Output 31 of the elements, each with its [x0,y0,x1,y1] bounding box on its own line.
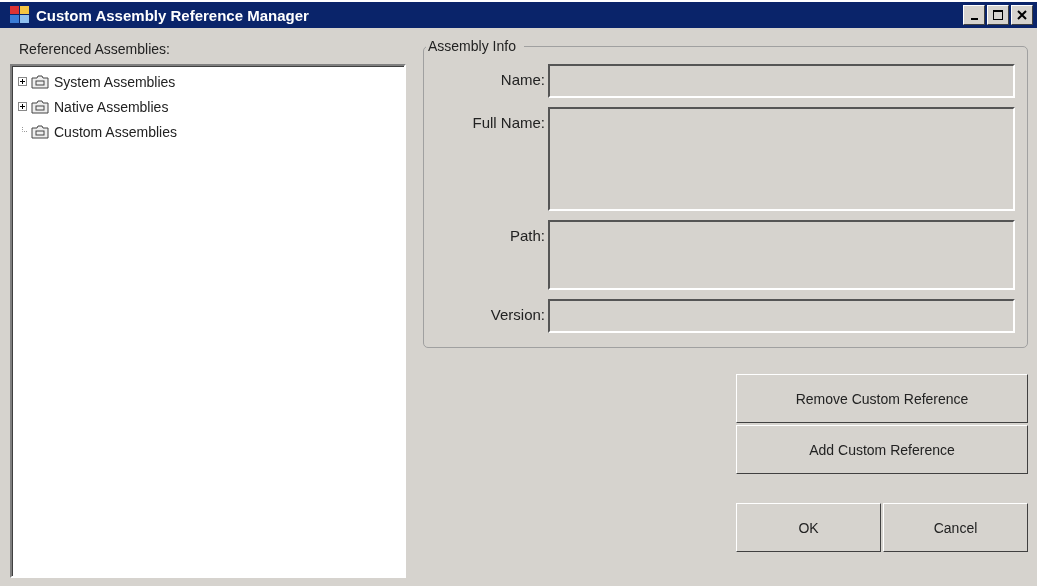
text-field[interactable] [548,220,1015,290]
app-icon [10,6,30,24]
dialog-button[interactable]: Cancel [883,503,1028,552]
field-label: Full Name: [471,113,545,133]
tree-item[interactable]: Custom Assemblies [54,123,177,140]
folder-icon [31,74,49,89]
dialog-button[interactable]: OK [736,503,881,552]
action-button[interactable]: Remove Custom Reference [736,374,1028,423]
close-button[interactable] [1011,5,1033,25]
tree-item[interactable]: Native Assemblies [54,98,169,115]
group-title: Assembly Info [426,38,524,54]
text-field[interactable] [548,107,1015,211]
maximize-icon [992,9,1004,21]
tree-item[interactable]: System Assemblies [54,73,176,90]
folder-icon [31,124,49,139]
text-field[interactable] [548,64,1015,98]
expand-icon[interactable] [18,77,27,86]
action-button[interactable]: Add Custom Reference [736,425,1028,474]
tree-label: Referenced Assemblies: [18,40,171,59]
field-label: Path: [508,226,545,246]
text-field[interactable] [548,299,1015,333]
minimize-icon [970,18,978,20]
minimize-button[interactable] [963,5,985,25]
assembly-tree[interactable]: System Assemblies Native Assemblies Custom Assemblies [10,64,406,578]
maximize-button[interactable] [987,5,1009,25]
field-label: Name: [499,70,545,90]
field-label: Version: [489,305,545,325]
close-icon [1016,9,1028,21]
window-title: Custom Assembly Reference Manager [36,6,310,24]
expand-icon[interactable] [18,102,27,111]
folder-icon [31,99,49,114]
